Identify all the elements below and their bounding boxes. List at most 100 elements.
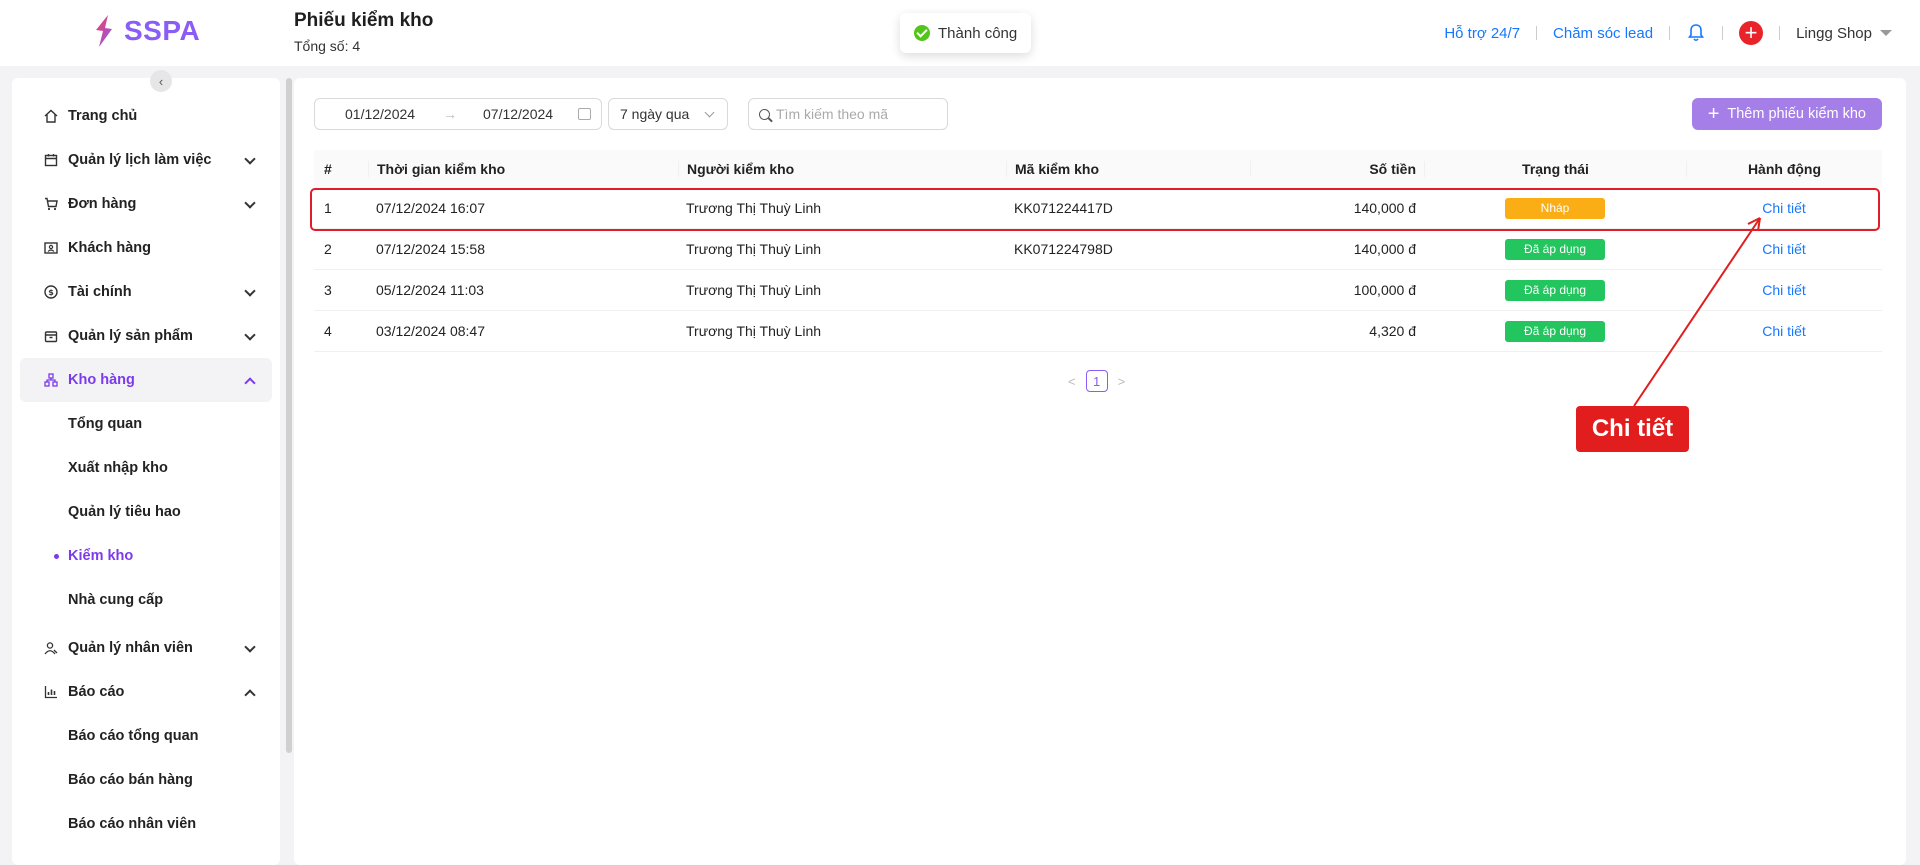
- sidebar-item-orders[interactable]: Đơn hàng: [20, 182, 272, 226]
- status-badge: Nháp: [1505, 197, 1605, 219]
- range-preset-select[interactable]: 7 ngày qua: [608, 98, 728, 130]
- sidebar-subitem-report-staff[interactable]: Báo cáo nhân viên: [20, 802, 272, 846]
- column-header: Hành động: [1686, 161, 1882, 177]
- shop-name: Lingg Shop: [1796, 24, 1872, 42]
- toast-message: Thành công: [938, 24, 1018, 42]
- svg-text:$: $: [48, 288, 54, 297]
- check-circle-icon: [914, 25, 930, 41]
- status-cell: Đã áp dụng: [1424, 279, 1686, 301]
- check-time: 03/12/2024 08:47: [376, 323, 485, 339]
- chevron-down-icon: [704, 107, 715, 118]
- sidebar-item-warehouse[interactable]: Kho hàng: [20, 358, 272, 402]
- sidebar-subitem-suppliers[interactable]: Nhà cung cấp: [20, 578, 272, 622]
- sidebar-subitem-consumption[interactable]: Quản lý tiêu hao: [20, 490, 272, 534]
- sidebar-subitem-overview[interactable]: Tổng quan: [20, 402, 272, 446]
- amount: 100,000 đ: [1353, 282, 1416, 298]
- add-stock-check-button[interactable]: + Thêm phiếu kiểm kho: [1691, 98, 1882, 130]
- chevron-down-icon: [244, 285, 256, 297]
- check-time: 07/12/2024 16:07: [376, 200, 485, 216]
- caret-down-icon: [1880, 30, 1892, 36]
- table-row: 3 05/12/2024 11:03 Trương Thị Thuỳ Linh …: [314, 270, 1882, 311]
- sidebar-item-customers[interactable]: Khách hàng: [20, 226, 272, 270]
- row-index: 3: [324, 282, 332, 298]
- detail-link[interactable]: Chi tiết: [1762, 241, 1806, 257]
- sidebar-item-label: Kho hàng: [68, 372, 135, 388]
- chevron-down-icon: [244, 197, 256, 209]
- sidebar-subitem-report-sales[interactable]: Báo cáo bán hàng: [20, 758, 272, 802]
- detail-link[interactable]: Chi tiết: [1762, 323, 1806, 339]
- checker-name: Trương Thị Thuỳ Linh: [686, 200, 822, 216]
- sidebar-subitem-stock-check[interactable]: Kiểm kho: [20, 534, 272, 578]
- success-toast: Thành công: [900, 13, 1032, 53]
- chevron-down-icon: [244, 641, 256, 653]
- lead-care-link[interactable]: Chăm sóc lead: [1553, 25, 1653, 42]
- page-title: Phiếu kiểm kho: [294, 10, 434, 31]
- cart-icon: [44, 197, 58, 211]
- sidebar-item-label: Đơn hàng: [68, 196, 137, 212]
- status-badge: Đã áp dụng: [1505, 238, 1605, 260]
- filter-bar: 01/12/2024 → 07/12/2024 7 ngày qua Tìm k…: [314, 98, 948, 130]
- prev-page-button[interactable]: <: [1068, 374, 1076, 389]
- calendar-icon: [44, 153, 58, 167]
- sidebar-item-label: Báo cáo: [68, 684, 125, 700]
- support-link[interactable]: Hỗ trợ 24/7: [1444, 25, 1520, 42]
- status-cell: Đã áp dụng: [1424, 320, 1686, 342]
- bell-icon[interactable]: [1686, 23, 1706, 43]
- staff-icon: [44, 641, 58, 655]
- table-row: 1 07/12/2024 16:07 Trương Thị Thuỳ Linh …: [314, 188, 1882, 229]
- checker-name: Trương Thị Thuỳ Linh: [686, 282, 822, 298]
- column-header: Số tiền: [1250, 161, 1424, 177]
- detail-link[interactable]: Chi tiết: [1762, 200, 1806, 216]
- status-cell: Nháp: [1424, 197, 1686, 219]
- date-to[interactable]: 07/12/2024: [483, 106, 553, 122]
- table-header: # Thời gian kiểm kho Người kiểm kho Mã k…: [314, 150, 1882, 188]
- sidebar-scrollbar[interactable]: [286, 78, 292, 753]
- table-row: 4 03/12/2024 08:47 Trương Thị Thuỳ Linh …: [314, 311, 1882, 352]
- sidebar-item-label: Quản lý lịch làm việc: [68, 152, 212, 168]
- chevron-up-icon: [244, 689, 256, 701]
- detail-link[interactable]: Chi tiết: [1762, 282, 1806, 298]
- sidebar-item-staff[interactable]: Quản lý nhân viên: [20, 626, 272, 670]
- divider: [1669, 26, 1671, 40]
- plus-icon: +: [1707, 103, 1720, 125]
- home-icon: [44, 109, 58, 123]
- sidebar-item-home[interactable]: Trang chủ: [20, 94, 272, 138]
- column-header: Người kiểm kho: [678, 161, 1006, 177]
- pagination: < 1 >: [1068, 370, 1125, 392]
- search-input[interactable]: Tìm kiếm theo mã: [748, 98, 948, 130]
- column-header: Mã kiểm kho: [1006, 161, 1250, 177]
- status-badge: Đã áp dụng: [1505, 279, 1605, 301]
- sidebar-item-finance[interactable]: $ Tài chính: [20, 270, 272, 314]
- sidebar-item-schedule[interactable]: Quản lý lịch làm việc: [20, 138, 272, 182]
- customer-icon: [44, 241, 58, 255]
- column-header: Thời gian kiểm kho: [368, 161, 678, 177]
- sidebar: ‹ Trang chủ Quản lý lịch làm việc Đơn hà…: [12, 70, 292, 865]
- quick-add-icon[interactable]: +: [1739, 21, 1764, 45]
- collapse-sidebar-button[interactable]: ‹: [150, 70, 172, 92]
- amount: 140,000 đ: [1353, 200, 1416, 216]
- column-header: Trạng thái: [1424, 161, 1686, 177]
- next-page-button[interactable]: >: [1118, 374, 1126, 389]
- sidebar-item-label: Quản lý sản phẩm: [68, 328, 193, 344]
- sidebar-subitem-import-export[interactable]: Xuất nhập kho: [20, 446, 272, 490]
- sidebar-item-products[interactable]: Quản lý sản phẩm: [20, 314, 272, 358]
- main-content: 01/12/2024 → 07/12/2024 7 ngày qua Tìm k…: [294, 78, 1906, 865]
- action-cell: Chi tiết: [1686, 200, 1882, 216]
- status-badge: Đã áp dụng: [1505, 320, 1605, 342]
- chevron-up-icon: [244, 377, 256, 389]
- sidebar-menu: Trang chủ Quản lý lịch làm việc Đơn hàng…: [20, 94, 272, 846]
- checker-name: Trương Thị Thuỳ Linh: [686, 241, 822, 257]
- sidebar-item-reports[interactable]: Báo cáo: [20, 670, 272, 714]
- page-button-current[interactable]: 1: [1085, 370, 1108, 392]
- logo[interactable]: SSPA: [92, 14, 200, 48]
- row-index: 2: [324, 241, 332, 257]
- sidebar-item-label: Quản lý nhân viên: [68, 640, 193, 656]
- date-range-picker[interactable]: 01/12/2024 → 07/12/2024: [314, 98, 602, 130]
- action-cell: Chi tiết: [1686, 323, 1882, 339]
- date-from[interactable]: 01/12/2024: [345, 106, 415, 122]
- shop-selector[interactable]: Lingg Shop: [1796, 25, 1892, 42]
- calendar-icon: [578, 108, 591, 120]
- sidebar-subitem-report-overview[interactable]: Báo cáo tổng quan: [20, 714, 272, 758]
- search-placeholder: Tìm kiếm theo mã: [776, 106, 889, 122]
- chevron-left-icon: ‹: [158, 73, 164, 89]
